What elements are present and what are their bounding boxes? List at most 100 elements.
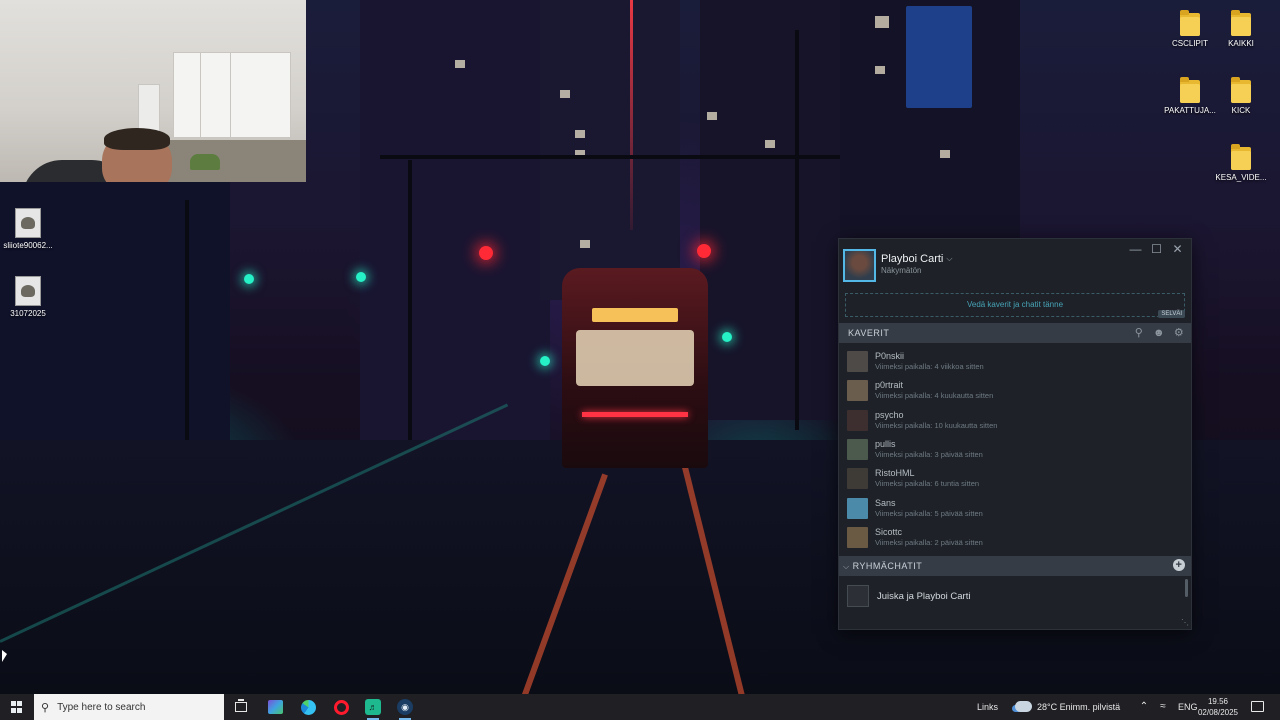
profile-status: Näkymätön: [881, 266, 922, 275]
friend-avatar: [847, 468, 868, 490]
friend-last-seen: Viimeksi paikalla: 3 päivää sitten: [875, 450, 983, 460]
scrollbar[interactable]: [1185, 579, 1188, 597]
folder-icon: [1231, 77, 1251, 103]
friend-name: Sans: [875, 497, 896, 508]
windows-logo-icon: [11, 701, 23, 713]
friend-name: Sicottc: [875, 526, 903, 537]
desktop-folder-kaikki[interactable]: KAIKKI: [1209, 10, 1273, 48]
folder-icon: [1231, 10, 1251, 36]
drop-zone[interactable]: Vedä kaverit ja chatit tänne: [845, 293, 1185, 317]
chevron-up-icon[interactable]: ⌃: [1138, 694, 1150, 720]
avatar[interactable]: [843, 249, 876, 282]
friend-row[interactable]: P0nskii Viimeksi paikalla: 4 viikkoa sit…: [839, 347, 1191, 376]
desktop-icon-label: 31072025: [10, 309, 46, 318]
add-group-chat-icon[interactable]: +: [1173, 559, 1185, 571]
app-icon: [267, 700, 283, 714]
folder-icon: [1180, 77, 1200, 103]
taskbar-app-edge[interactable]: [295, 697, 321, 717]
search-icon: ⚲: [41, 701, 50, 714]
friend-avatar: [847, 409, 868, 431]
groups-header-label: RYHMÄCHATIT: [852, 561, 923, 571]
task-view-button[interactable]: [228, 697, 254, 717]
mouse-cursor-icon: [2, 650, 7, 662]
friends-settings-icon[interactable]: ⚙: [1173, 326, 1185, 340]
steam-friends-window: — ☐ ✕ Playboi Carti ⌵ Näkymätön Vedä kav…: [838, 238, 1192, 630]
start-button[interactable]: [0, 694, 34, 720]
group-chat-name: Juiska ja Playboi Carti: [877, 590, 971, 602]
friend-avatar: [847, 380, 868, 402]
friend-row[interactable]: pullis Viimeksi paikalla: 3 päivää sitte…: [839, 435, 1191, 464]
group-avatar: [847, 585, 869, 607]
friend-row[interactable]: RistoHML Viimeksi paikalla: 6 tuntia sit…: [839, 464, 1191, 493]
search-icon[interactable]: ⚲: [1133, 326, 1145, 340]
friend-last-seen: Viimeksi paikalla: 4 viikkoa sitten: [875, 362, 984, 372]
weather-widget[interactable]: 28°C Enimm. pilvistä: [1037, 694, 1120, 720]
friend-row[interactable]: Sicottc Viimeksi paikalla: 2 päivää sitt…: [839, 523, 1191, 552]
task-view-icon: [235, 699, 247, 712]
webcam-overlay: [0, 0, 306, 182]
image-file-icon: [15, 208, 41, 238]
add-friend-icon[interactable]: ☻: [1153, 326, 1165, 340]
friend-avatar: [847, 526, 868, 548]
group-chats-section-header[interactable]: ⌵ RYHMÄCHATIT +: [839, 556, 1191, 576]
notification-icon[interactable]: [1251, 701, 1264, 712]
friend-row[interactable]: p0rtrait Viimeksi paikalla: 4 kuukautta …: [839, 376, 1191, 405]
friend-name: P0nskii: [875, 351, 905, 362]
steam-icon: ◉: [397, 699, 413, 715]
friend-list: P0nskii Viimeksi paikalla: 4 viikkoa sit…: [839, 347, 1191, 552]
desktop-folder-kick[interactable]: KICK: [1209, 77, 1273, 115]
resize-grip-icon[interactable]: ⋱: [1181, 618, 1189, 627]
friend-last-seen: Viimeksi paikalla: 2 päivää sitten: [875, 537, 983, 547]
friend-avatar: [847, 497, 868, 519]
desktop-icon-label: KICK: [1231, 106, 1251, 115]
friend-avatar: [847, 439, 868, 461]
desktop-icon-label: KAIKKI: [1228, 39, 1254, 48]
friend-name: RistoHML: [875, 468, 915, 479]
profile-name: Playboi Carti: [881, 253, 944, 265]
folder-icon: [1231, 144, 1251, 170]
spotify-icon: ♬: [365, 699, 381, 715]
friends-header-label: KAVERIT: [848, 328, 890, 338]
friend-row[interactable]: psycho Viimeksi paikalla: 10 kuukautta s…: [839, 406, 1191, 435]
desktop-icon-label: KESA_VIDE...: [1215, 173, 1267, 182]
user-profile[interactable]: Playboi Carti ⌵ Näkymätön: [843, 249, 952, 282]
desktop-folder-kesa-video[interactable]: KESA_VIDE...: [1209, 144, 1273, 182]
language-indicator[interactable]: ENG: [1178, 694, 1198, 720]
chevron-down-icon[interactable]: ⌵: [843, 562, 850, 571]
dismiss-button[interactable]: SELVÄI: [1158, 310, 1185, 318]
taskbar-app-onenote[interactable]: [262, 697, 288, 717]
friends-section-header[interactable]: KAVERIT ⚲ ☻ ⚙: [839, 323, 1191, 343]
friend-row[interactable]: Sans Viimeksi paikalla: 5 päivää sitten: [839, 493, 1191, 522]
close-button[interactable]: ✕: [1170, 243, 1185, 256]
cloud-icon: [1015, 701, 1032, 712]
desktop-icon-label: sliiote90062...: [3, 241, 53, 250]
chevron-down-icon[interactable]: ⌵: [946, 254, 952, 264]
maximize-button[interactable]: ☐: [1149, 243, 1164, 256]
friend-avatar: [847, 351, 868, 373]
friend-last-seen: Viimeksi paikalla: 5 päivää sitten: [875, 508, 983, 518]
system-clock[interactable]: 19.56 02/08/2025: [1196, 696, 1240, 718]
friend-name: psycho: [875, 409, 904, 420]
taskbar: ⚲ ♬ ◉ Links 28°C Enimm. pilvistä ⌃ ≈ ENG…: [0, 694, 1280, 720]
taskbar-search[interactable]: ⚲: [34, 694, 224, 720]
tram: [562, 268, 708, 468]
links-toolbar[interactable]: Links: [977, 694, 998, 720]
desktop-icon-image-2[interactable]: 31072025: [0, 276, 60, 318]
minimize-button[interactable]: —: [1128, 243, 1143, 256]
window-controls: — ☐ ✕: [1128, 243, 1185, 256]
taskbar-app-steam[interactable]: ◉: [392, 697, 418, 720]
taskbar-app-opera[interactable]: [328, 697, 354, 717]
clock-date: 02/08/2025: [1197, 708, 1239, 717]
friend-last-seen: Viimeksi paikalla: 6 tuntia sitten: [875, 479, 980, 489]
image-file-icon: [15, 276, 41, 306]
desktop-icon-label: CSCLIPIT: [1171, 39, 1208, 48]
friend-name: p0rtrait: [875, 380, 904, 391]
folder-icon: [1180, 10, 1200, 36]
group-chat-row[interactable]: Juiska ja Playboi Carti: [847, 585, 970, 607]
desktop-icon-image-1[interactable]: sliiote90062...: [0, 208, 60, 250]
search-input[interactable]: [57, 701, 208, 713]
taskbar-app-spotify[interactable]: ♬: [360, 697, 386, 720]
network-icon[interactable]: ≈: [1156, 694, 1170, 720]
friend-last-seen: Viimeksi paikalla: 10 kuukautta sitten: [875, 420, 998, 430]
edge-icon: [300, 699, 316, 715]
